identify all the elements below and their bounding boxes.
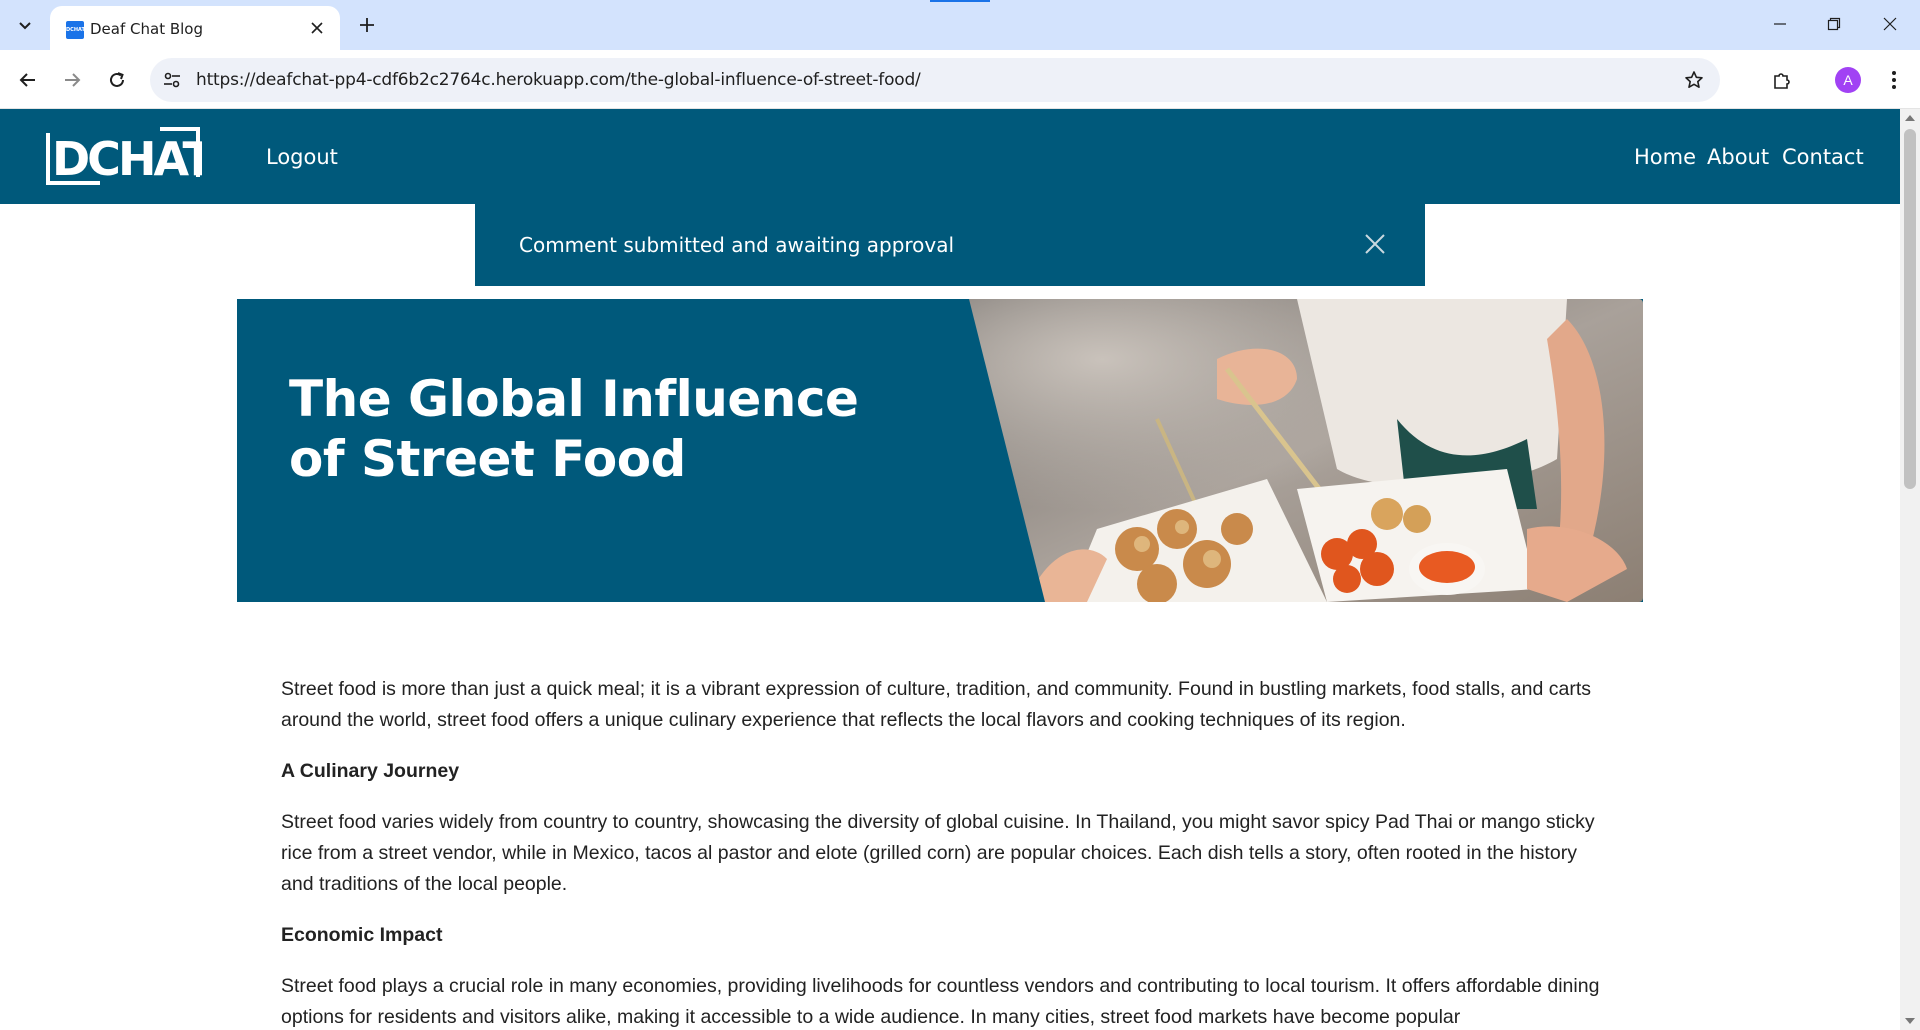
logout-link[interactable]: Logout <box>266 145 338 169</box>
tune-icon <box>164 72 180 88</box>
street-food-photo-icon <box>967 299 1643 602</box>
restore-icon <box>1827 17 1841 31</box>
section-heading: Economic Impact <box>281 924 443 946</box>
close-icon <box>311 22 323 34</box>
window-close-button[interactable] <box>1862 0 1918 48</box>
more-vertical-icon <box>1892 71 1896 89</box>
section-paragraph: Street food plays a crucial role in many… <box>281 975 1600 1028</box>
close-icon <box>1365 234 1385 254</box>
star-icon <box>1685 71 1703 88</box>
section-paragraph: Street food varies widely from country t… <box>281 811 1595 895</box>
tab-close-button[interactable] <box>306 17 328 39</box>
minimize-icon <box>1774 23 1786 25</box>
site-navbar: DCHAT Logout Home About Contact <box>0 109 1900 204</box>
arrow-left-icon <box>19 73 35 87</box>
post-hero: The Global Influence of Street Food <box>237 299 1643 602</box>
page-viewport: DCHAT Logout Home About Contact Comment … <box>0 109 1900 1030</box>
post-intro-paragraph: Street food is more than just a quick me… <box>281 678 1592 731</box>
browser-tab[interactable]: DCHAT Deaf Chat Blog <box>50 6 340 50</box>
arrow-right-icon <box>65 73 81 87</box>
nav-about-link[interactable]: About <box>1707 145 1769 169</box>
tab-search-button[interactable] <box>10 10 40 40</box>
browser-menu-button[interactable] <box>1880 64 1908 96</box>
forward-button[interactable] <box>56 64 88 96</box>
street-food-image <box>967 299 1643 602</box>
extensions-button[interactable] <box>1766 64 1798 96</box>
scroll-up-arrow-icon[interactable] <box>1905 115 1915 121</box>
scroll-thumb[interactable] <box>1904 129 1916 489</box>
profile-avatar[interactable]: A <box>1835 67 1861 93</box>
post-body: Street food is more than just a quick me… <box>281 674 1611 1030</box>
section-heading: A Culinary Journey <box>281 760 460 782</box>
restore-button[interactable] <box>1806 0 1862 48</box>
plus-icon <box>360 18 374 32</box>
favicon-icon: DCHAT <box>66 21 85 39</box>
chevron-down-icon <box>19 22 31 30</box>
reload-button[interactable] <box>101 64 133 96</box>
dchat-logo-icon: DCHAT <box>46 127 217 186</box>
alert-close-button[interactable] <box>1361 230 1389 258</box>
site-logo[interactable]: DCHAT <box>40 125 217 187</box>
back-button[interactable] <box>12 64 44 96</box>
close-icon <box>1883 17 1897 31</box>
page-scrollbar[interactable] <box>1900 109 1920 1030</box>
nav-home-link[interactable]: Home <box>1634 145 1696 169</box>
url-text[interactable]: https://deafchat-pp4-cdf6b2c2764c.heroku… <box>196 70 921 90</box>
tab-bar: DCHAT Deaf Chat Blog <box>0 0 1920 50</box>
alert-message: Comment submitted and awaiting approval <box>519 233 955 257</box>
tab-title: Deaf Chat Blog <box>90 20 203 38</box>
post-title: The Global Influence of Street Food <box>289 370 859 488</box>
minimize-button[interactable] <box>1752 0 1808 48</box>
bookmark-button[interactable] <box>1682 68 1706 92</box>
browser-toolbar: https://deafchat-pp4-cdf6b2c2764c.heroku… <box>0 50 1920 109</box>
puzzle-icon <box>1774 73 1790 89</box>
tab-strip-indicator <box>930 0 990 2</box>
comment-alert: Comment submitted and awaiting approval <box>475 204 1425 286</box>
new-tab-button[interactable] <box>352 10 382 40</box>
logo-wordmark: DCHAT <box>52 132 202 186</box>
site-info-button[interactable] <box>160 68 184 92</box>
reload-icon <box>110 72 124 87</box>
scroll-down-arrow-icon[interactable] <box>1905 1018 1915 1024</box>
address-bar[interactable]: https://deafchat-pp4-cdf6b2c2764c.heroku… <box>150 58 1720 102</box>
nav-contact-link[interactable]: Contact <box>1782 145 1864 169</box>
hero-divider <box>965 299 1045 602</box>
